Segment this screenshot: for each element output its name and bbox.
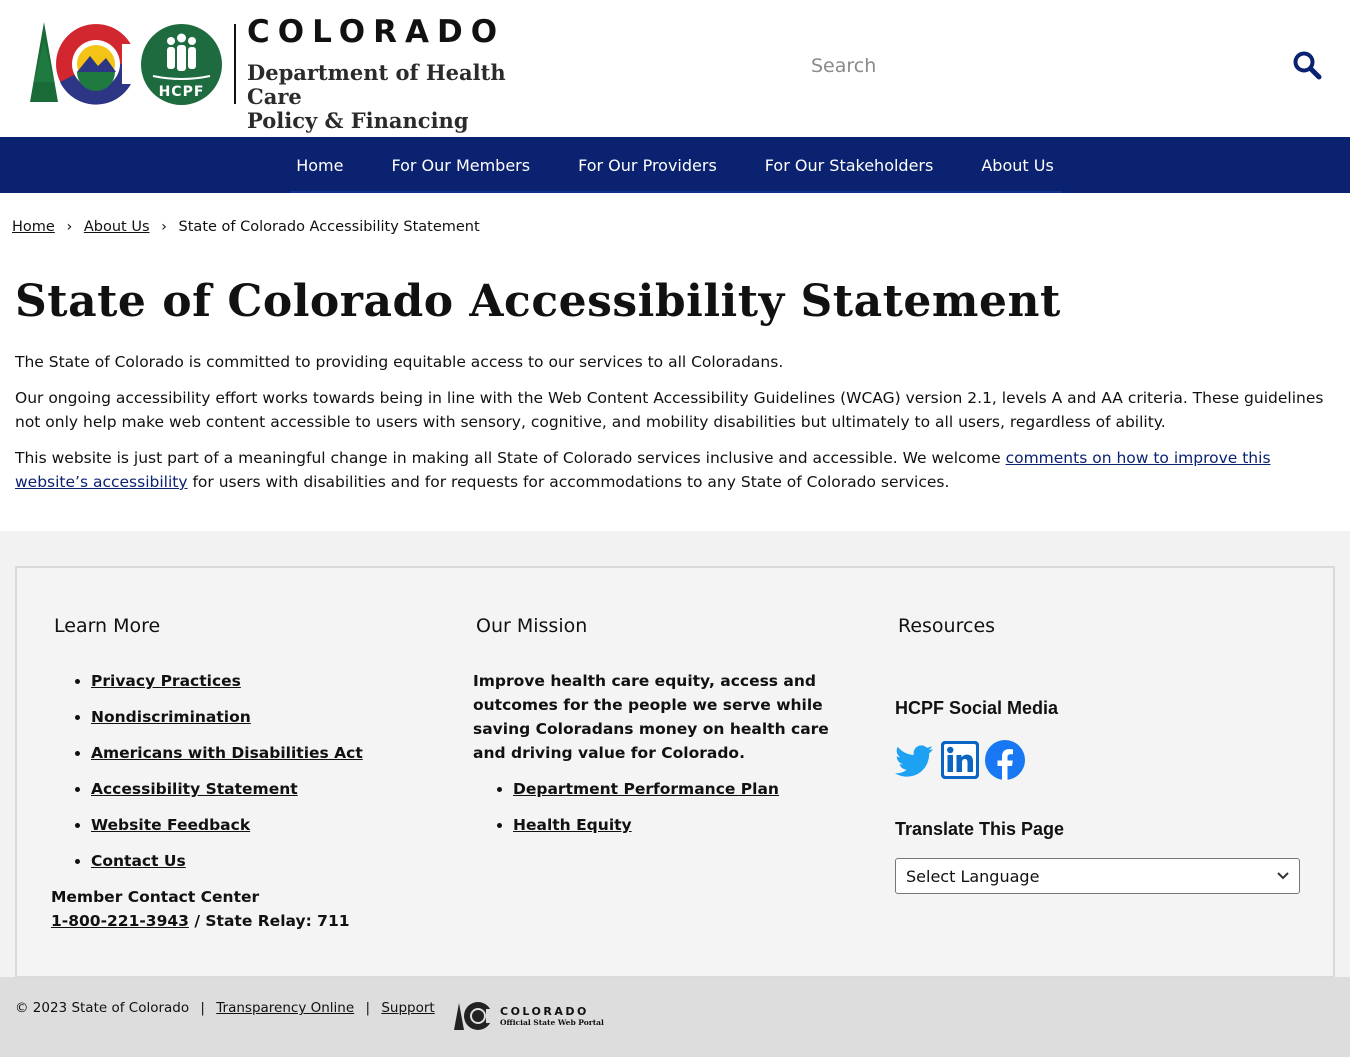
nav-item: For Our Members [391,156,530,175]
linkedin-icon [941,741,979,779]
paragraph-feedback: This website is just part of a meaningfu… [15,446,1335,494]
mission-text: Improve health care equity, access and o… [473,672,829,762]
support-link[interactable]: Support [381,1000,434,1016]
logo-divider [234,24,236,104]
mission-list: Department Performance Plan Health Equit… [491,777,779,849]
brand-dept-line2: Policy & Financing [247,108,469,133]
nav-item: For Our Stakeholders [765,156,934,175]
colorado-portal-logo-icon [454,1002,494,1030]
linkedin-link[interactable] [940,740,980,780]
twitter-icon [895,745,933,777]
brand-department: Department of Health Care Policy & Finan… [247,61,567,133]
nav-link-about-us[interactable]: About Us [981,156,1053,175]
nondiscrimination-link[interactable]: Nondiscrimination [91,708,251,726]
list-item: Department Performance Plan [513,777,779,813]
footer-box: Learn More Privacy Practices Nondiscrimi… [15,566,1335,978]
list-item: Accessibility Statement [91,777,363,813]
breadcrumb: Home › About Us › State of Colorado Acce… [12,219,480,235]
main-nav: Home For Our Members For Our Providers F… [0,137,1350,193]
state-portal-logo-link[interactable]: COLORADO Official State Web Portal [454,1001,604,1031]
social-icons [895,740,1025,780]
contact-line: 1-800-221-3943 / State Relay: 711 [51,909,350,933]
learn-more-list: Privacy Practices Nondiscrimination Amer… [69,669,363,885]
facebook-icon [985,740,1025,780]
nav-list: Home For Our Members For Our Providers F… [0,137,1350,193]
search-icon [1293,51,1322,79]
breadcrumb-link-home[interactable]: Home [12,219,55,235]
hcpf-badge-text: HCPF [158,84,205,100]
website-feedback-link[interactable]: Website Feedback [91,816,250,834]
portal-text: COLORADO Official State Web Portal [500,1005,604,1027]
nav-link-for-our-providers[interactable]: For Our Providers [578,156,717,175]
paragraph-wcag: Our ongoing accessibility effort works t… [15,389,1324,431]
list-item: Health Equity [513,813,779,849]
translate-heading: Translate This Page [895,819,1065,839]
facebook-link[interactable] [985,740,1025,780]
ada-link[interactable]: Americans with Disabilities Act [91,744,363,762]
social-media-heading: HCPF Social Media [895,698,1059,718]
nav-item: Home [296,156,343,175]
nav-link-home[interactable]: Home [296,156,343,175]
list-item: Privacy Practices [91,669,363,705]
nav-underline [290,191,1062,193]
learn-more-heading: Learn More [54,615,161,637]
list-item: Contact Us [91,849,363,885]
paragraph-feedback-text: This website is just part of a meaningfu… [15,449,1006,467]
language-select-value: Select Language [906,866,1040,886]
nav-item: For Our Providers [578,156,717,175]
list-item: Nondiscrimination [91,705,363,741]
resources-heading: Resources [898,615,996,637]
breadcrumb-link-about-us[interactable]: About Us [84,219,150,235]
portal-line1: COLORADO [500,1005,589,1018]
language-select[interactable]: Select Language [895,858,1300,894]
health-equity-link[interactable]: Health Equity [513,816,632,834]
bottom-bar: © 2023 State of Colorado | Transparency … [0,977,1350,1057]
list-item: Americans with Disabilities Act [91,741,363,777]
search-input[interactable] [800,44,1260,88]
site-header: HCPF COLORADO Department of Health Care … [0,0,1350,137]
nav-link-for-our-stakeholders[interactable]: For Our Stakeholders [765,156,934,175]
breadcrumb-current: State of Colorado Accessibility Statemen… [178,219,480,235]
colorado-logo-icon [30,22,136,105]
twitter-link[interactable] [895,740,935,780]
nav-item: About Us [981,156,1053,175]
accessibility-statement-link[interactable]: Accessibility Statement [91,780,298,798]
bottom-separator: | [200,1000,205,1016]
nav-link-for-our-members[interactable]: For Our Members [391,156,530,175]
transparency-online-link[interactable]: Transparency Online [216,1000,354,1016]
paragraph-feedback-tail: for users with disabilities and for requ… [187,473,950,491]
contact-us-link[interactable]: Contact Us [91,852,186,870]
our-mission-heading: Our Mission [476,615,588,637]
site-footer: Learn More Privacy Practices Nondiscrimi… [0,531,1350,978]
chevron-down-icon [1277,872,1289,880]
contact-phone-link[interactable]: 1-800-221-3943 [51,912,189,930]
member-contact-center: Member Contact Center 1-800-221-3943 / S… [51,885,350,933]
breadcrumb-separator: › [66,219,73,235]
copyright-text: © 2023 State of Colorado [15,1000,190,1016]
search-button[interactable] [1290,49,1324,83]
list-item: Website Feedback [91,813,363,849]
paragraph-commitment: The State of Colorado is committed to pr… [15,353,784,371]
contact-relay: / State Relay: 711 [188,912,350,930]
bottom-links: © 2023 State of Colorado | Transparency … [15,1000,435,1016]
brand-dept-line1: Department of Health Care [247,60,506,109]
brand-state: COLORADO [247,14,506,50]
page-title: State of Colorado Accessibility Statemen… [15,276,1061,327]
bottom-separator: | [365,1000,371,1016]
breadcrumb-separator: › [161,219,167,235]
privacy-practices-link[interactable]: Privacy Practices [91,672,241,690]
contact-label: Member Contact Center [51,888,260,906]
body-text: The State of Colorado is committed to pr… [15,350,1335,506]
portal-line2: Official State Web Portal [500,1018,604,1027]
department-performance-plan-link[interactable]: Department Performance Plan [513,780,779,798]
